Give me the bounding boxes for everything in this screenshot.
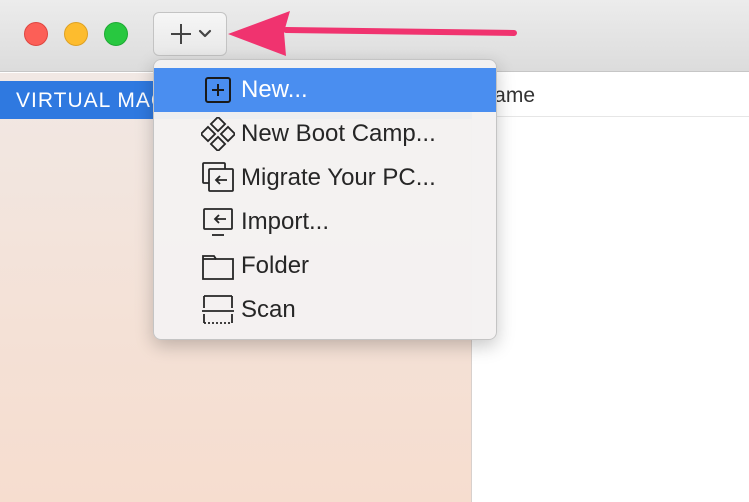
migrate-pc-icon [198,161,238,195]
menu-item-label: New... [241,76,308,103]
menu-item-label: New Boot Camp... [241,120,436,147]
menu-item-scan[interactable]: Scan [154,288,496,332]
menu-item-label: Folder [241,252,310,279]
add-menu: New... New Boot Camp... Migrate Your PC.… [153,59,497,340]
chevron-down-icon [198,29,212,39]
import-icon [198,205,238,239]
menu-item-label: Migrate Your PC... [241,164,436,191]
folder-icon [198,251,238,281]
annotation-arrow-icon [228,11,517,56]
menu-item-label: Import... [241,208,330,235]
menu-item-new-boot-camp[interactable]: New Boot Camp... [154,112,496,156]
add-vm-button[interactable] [153,12,227,56]
close-window-button[interactable] [24,22,48,46]
zoom-window-button[interactable] [104,22,128,46]
content-area: Name [473,73,749,502]
scan-icon [198,294,238,326]
menu-item-label: Scan [241,296,296,323]
name-column-header[interactable]: Name [473,73,749,117]
menu-item-folder[interactable]: Folder [154,244,496,288]
menu-item-migrate-pc[interactable]: Migrate Your PC... [154,156,496,200]
plus-icon [168,21,194,47]
menu-item-import[interactable]: Import... [154,200,496,244]
menu-item-new[interactable]: New... [154,68,496,112]
boot-camp-diamond-icon [198,117,238,151]
new-plus-square-icon [198,75,238,105]
minimize-window-button[interactable] [64,22,88,46]
